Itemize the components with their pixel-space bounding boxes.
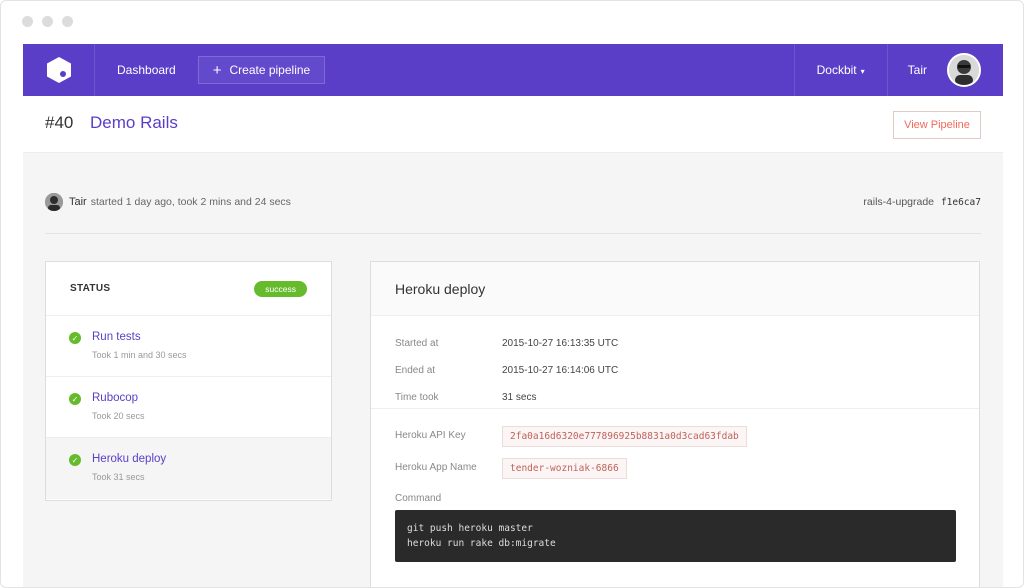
status-panel: STATUS success ✓ Run tests Took 1 min an… <box>45 261 332 501</box>
job-item-heroku-deploy[interactable]: ✓ Heroku deploy Took 31 secs <box>46 438 331 499</box>
started-value: 2015-10-27 16:13:35 UTC <box>502 338 619 349</box>
window-dot[interactable] <box>22 16 33 27</box>
job-item-rubocop[interactable]: ✓ Rubocop Took 20 secs <box>46 377 331 438</box>
check-icon: ✓ <box>69 332 81 344</box>
ended-value: 2015-10-27 16:14:06 UTC <box>502 365 619 376</box>
job-duration: Took 20 secs <box>92 411 145 421</box>
window-controls <box>22 16 73 27</box>
create-pipeline-button[interactable]: + Create pipeline <box>197 56 326 84</box>
app-name-value[interactable]: tender-wozniak-6866 <box>502 458 627 479</box>
divider <box>45 233 981 234</box>
api-key-value[interactable]: 2fa0a16d6320e777896925b8831a0d3cad63fdab <box>502 426 747 447</box>
status-header: STATUS success <box>46 262 331 316</box>
check-icon: ✓ <box>69 393 81 405</box>
team-dropdown[interactable]: Dockbit ▾ <box>793 44 888 96</box>
job-detail-panel: Heroku deploy Started at 2015-10-27 16:1… <box>370 261 980 587</box>
commit-sha[interactable]: f1e6ca7 <box>941 197 981 208</box>
hexagon-logo-icon <box>46 57 71 83</box>
time-took-value: 31 secs <box>502 392 537 403</box>
job-name[interactable]: Run tests <box>92 331 141 343</box>
job-item-run-tests[interactable]: ✓ Run tests Took 1 min and 30 secs <box>46 316 331 377</box>
author-name[interactable]: Tair <box>69 196 87 208</box>
time-took-label: Time took <box>395 392 439 403</box>
api-key-label: Heroku API Key <box>395 430 466 441</box>
build-name-link[interactable]: Demo Rails <box>90 113 178 133</box>
nav-right: Dockbit ▾ Tair <box>793 44 1003 96</box>
check-icon: ✓ <box>69 454 81 466</box>
command-label: Command <box>395 493 442 504</box>
app-name-label: Heroku App Name <box>395 462 477 473</box>
branch-info: rails-4-upgrade f1e6ca7 <box>863 196 981 208</box>
started-label: Started at <box>395 338 439 349</box>
window-dot[interactable] <box>42 16 53 27</box>
status-title: STATUS <box>70 283 111 294</box>
build-meta-text: started 1 day ago, took 2 mins and 24 se… <box>90 196 291 208</box>
user-avatar[interactable] <box>947 53 981 87</box>
job-name[interactable]: Rubocop <box>92 392 138 404</box>
job-duration: Took 31 secs <box>92 472 145 482</box>
author-avatar <box>45 193 63 211</box>
nav-dashboard-link[interactable]: Dashboard <box>95 44 198 96</box>
branch-name: rails-4-upgrade <box>863 196 935 208</box>
top-navbar: Dashboard + Create pipeline Dockbit ▾ Ta… <box>23 44 1003 96</box>
job-detail-title: Heroku deploy <box>371 262 979 316</box>
ended-label: Ended at <box>395 365 436 376</box>
user-photo-icon <box>949 55 979 85</box>
view-pipeline-button[interactable]: View Pipeline <box>893 111 981 139</box>
main-content: Tair started 1 day ago, took 2 mins and … <box>23 153 1003 587</box>
window-dot[interactable] <box>62 16 73 27</box>
logo[interactable] <box>23 44 95 96</box>
build-meta: Tair started 1 day ago, took 2 mins and … <box>45 191 981 213</box>
page-header: #40 Demo Rails View Pipeline <box>23 96 1003 153</box>
job-name[interactable]: Heroku deploy <box>92 453 166 465</box>
browser-window: Dashboard + Create pipeline Dockbit ▾ Ta… <box>0 0 1024 588</box>
command-line: git push heroku master <box>407 523 533 534</box>
divider <box>371 408 979 409</box>
build-number: #40 <box>45 113 74 132</box>
command-line: heroku run rake db:migrate <box>407 538 556 549</box>
author-photo-icon <box>45 193 63 211</box>
team-name: Dockbit <box>816 63 857 77</box>
create-pipeline-label: Create pipeline <box>229 63 311 77</box>
status-badge: success <box>254 280 307 297</box>
job-duration: Took 1 min and 30 secs <box>92 350 187 360</box>
user-name[interactable]: Tair <box>888 44 947 96</box>
plus-icon: + <box>212 61 222 79</box>
chevron-down-icon: ▾ <box>860 66 865 76</box>
command-block[interactable]: git push heroku master heroku run rake d… <box>395 510 956 562</box>
